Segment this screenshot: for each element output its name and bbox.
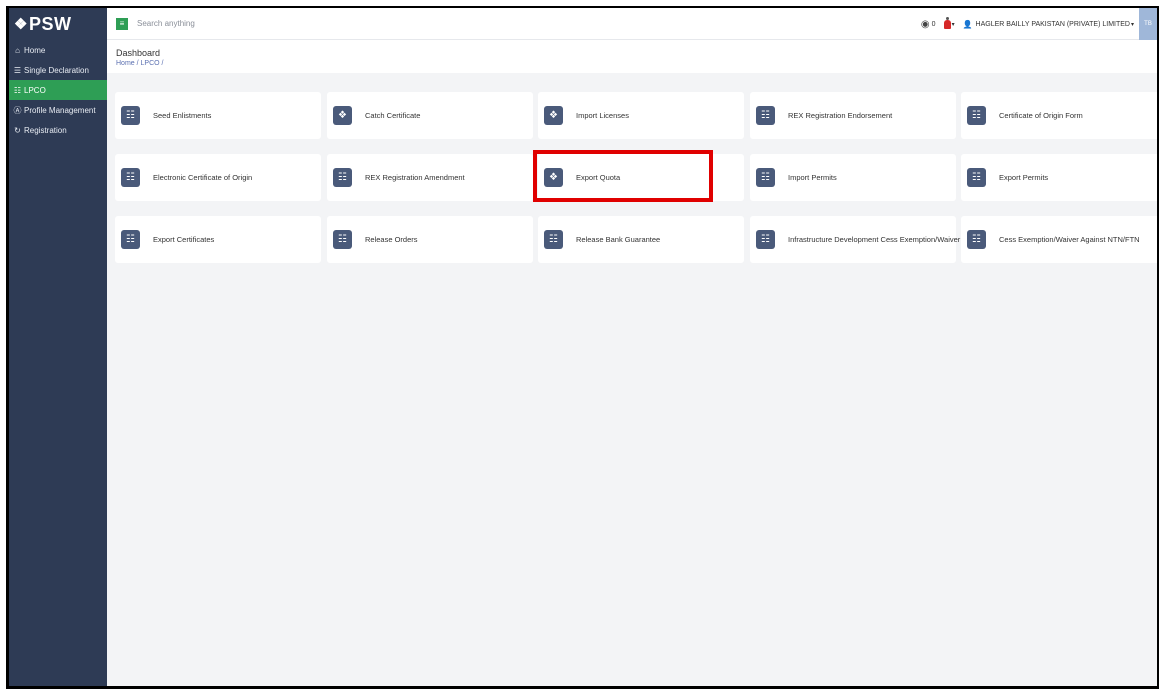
diamond-icon: ❖ — [544, 168, 563, 187]
card-label: Export Permits — [999, 173, 1049, 182]
user-menu[interactable]: 👤 HAGLER BAILLY PAKISTAN (PRIVATE) LIMIT… — [963, 20, 1134, 29]
diamond-icon: ❖ — [544, 106, 563, 125]
card-release-orders[interactable]: ☷ Release Orders — [327, 216, 533, 263]
caret-down-icon: ▾ — [1130, 21, 1134, 28]
document-icon: ☷ — [756, 168, 775, 187]
main-content: Dashboard Home / LPCO / ☷ Seed Enlistment… — [107, 40, 1157, 686]
document-icon: ☷ — [121, 168, 140, 187]
registration-icon: ↻ — [14, 125, 21, 135]
card-label: Certificate of Origin Form — [999, 111, 1083, 120]
clock-icon: ◉ — [920, 18, 930, 30]
document-icon: ☷ — [121, 106, 140, 125]
document-icon: ☷ — [967, 230, 986, 249]
card-import-licenses[interactable]: ❖ Import Licenses — [538, 92, 744, 139]
card-catch-certificate[interactable]: ❖ Catch Certificate — [327, 92, 533, 139]
page-header: Dashboard Home / LPCO / — [107, 40, 1157, 73]
card-label: REX Registration Endorsement — [788, 111, 893, 120]
psw-logo[interactable]: ❖ PSW — [9, 8, 107, 40]
sidebar-item-label: Profile Management — [24, 105, 96, 115]
sidebar: ❖ PSW ⌂ Home ☰ Single Declaration ☷ LPCO Ⓐ Prof… — [9, 8, 107, 686]
card-label: Catch Certificate — [365, 111, 421, 120]
card-label: Import Permits — [788, 173, 837, 182]
sidebar-item-label: Home — [24, 45, 46, 55]
card-rex-registration-endorsement[interactable]: ☷ REX Registration Endorsement — [750, 92, 956, 139]
app-window: ❖ PSW ⌂ Home ☰ Single Declaration ☷ LPCO Ⓐ Prof… — [9, 8, 1157, 686]
bell-icon — [943, 16, 951, 29]
card-import-permits[interactable]: ☷ Import Permits — [750, 154, 956, 201]
alerts-dropdown[interactable]: ▾ — [943, 16, 955, 29]
user-name: HAGLER BAILLY PAKISTAN (PRIVATE) LIMITED — [975, 20, 1130, 28]
document-icon: ☷ — [756, 106, 775, 125]
card-label: Cess Exemption/Waiver Against NTN/FTN — [999, 235, 1140, 244]
avatar[interactable]: TB — [1139, 8, 1157, 40]
logo-text: PSW — [28, 13, 72, 34]
card-rex-registration-amendment[interactable]: ☷ REX Registration Amendment — [327, 154, 533, 201]
card-label: Release Orders — [365, 235, 418, 244]
document-icon: ☷ — [967, 106, 986, 125]
card-label: Electronic Certificate of Origin — [153, 173, 253, 182]
card-label: Export Quota — [576, 173, 621, 182]
card-label: Release Bank Guarantee — [576, 235, 661, 244]
card-cess-exemption-waiver-against-ntn-ftn[interactable]: ☷ Cess Exemption/Waiver Against NTN/FTN — [961, 216, 1157, 263]
top-right-controls: ◉ 0 ▾ 👤 HAGLER BAILLY PAKISTAN (PRIVATE)… — [921, 8, 1157, 40]
sidebar-item-home[interactable]: ⌂ Home — [9, 40, 107, 60]
sidebar-item-single-declaration[interactable]: ☰ Single Declaration — [9, 60, 107, 80]
sidebar-nav: ⌂ Home ☰ Single Declaration ☷ LPCO Ⓐ Profile Ma… — [9, 40, 107, 140]
document-icon: ☷ — [967, 168, 986, 187]
search-input[interactable] — [137, 19, 357, 28]
card-seed-enlistments[interactable]: ☷ Seed Enlistments — [115, 92, 321, 139]
home-icon: ⌂ — [15, 45, 20, 55]
notification-count: 0 — [931, 20, 936, 28]
card-electronic-certificate-of-origin[interactable]: ☷ Electronic Certificate of Origin — [115, 154, 321, 201]
user-icon: 👤 — [962, 19, 973, 29]
file-icon: ☷ — [13, 85, 22, 95]
sidebar-item-registration[interactable]: ↻ Registration — [9, 120, 107, 140]
card-label: Seed Enlistments — [153, 111, 212, 120]
psw-logo-icon: ❖ — [14, 16, 28, 33]
sidebar-item-label: Single Declaration — [24, 65, 89, 75]
card-label: Import Licenses — [576, 111, 629, 120]
sidebar-item-label: Registration — [24, 125, 67, 135]
menu-toggle-button[interactable]: ≡ — [116, 17, 128, 30]
diamond-icon: ❖ — [333, 106, 352, 125]
page-title: Dashboard — [116, 48, 161, 58]
card-label: Infrastructure Development Cess Exemptio… — [788, 235, 961, 244]
top-bar: ≡ ◉ 0 ▾ 👤 HAGLER BAILLY PAKISTAN (PRIVAT… — [107, 8, 1157, 40]
sidebar-item-lpco[interactable]: ☷ LPCO — [9, 80, 107, 100]
card-export-permits[interactable]: ☷ Export Permits — [961, 154, 1157, 201]
card-label: Export Certificates — [153, 235, 215, 244]
document-icon: ☷ — [121, 230, 140, 249]
document-icon: ☷ — [544, 230, 563, 249]
card-export-certificates[interactable]: ☷ Export Certificates — [115, 216, 321, 263]
notification-counter[interactable]: ◉ 0 — [921, 19, 936, 30]
card-export-quota[interactable]: ❖ Export Quota — [538, 154, 744, 201]
sidebar-item-label: LPCO — [24, 85, 46, 95]
document-icon: ☷ — [756, 230, 775, 249]
profile-icon: Ⓐ — [13, 105, 22, 115]
document-icon: ☷ — [333, 168, 352, 187]
document-icon: ☰ — [13, 65, 22, 75]
caret-down-icon: ▾ — [951, 21, 955, 28]
card-label: REX Registration Amendment — [365, 173, 465, 182]
hamburger-icon: ≡ — [119, 19, 125, 28]
card-release-bank-guarantee[interactable]: ☷ Release Bank Guarantee — [538, 216, 744, 263]
card-infrastructure-development-cess-exemption-waiver[interactable]: ☷ Infrastructure Development Cess Exempti… — [750, 216, 960, 263]
document-icon: ☷ — [333, 230, 352, 249]
breadcrumb[interactable]: Home / LPCO / — [116, 60, 1157, 67]
sidebar-item-profile-management[interactable]: Ⓐ Profile Management — [9, 100, 107, 120]
card-certificate-of-origin-form[interactable]: ☷ Certificate of Origin Form — [961, 92, 1157, 139]
